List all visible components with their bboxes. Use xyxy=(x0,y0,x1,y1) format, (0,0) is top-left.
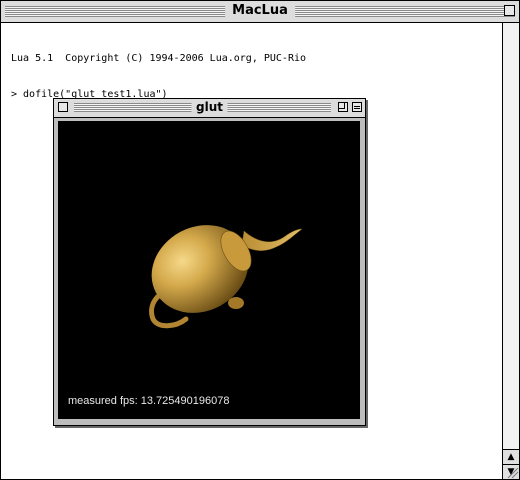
fps-readout: measured fps: 13.725490196078 xyxy=(68,395,230,407)
maclua-titlebar[interactable]: MacLua xyxy=(1,1,519,23)
glut-window: glut measured fps: 13.725490196078 xyxy=(53,98,366,426)
zoom-box-icon[interactable] xyxy=(338,102,348,112)
resize-grip-icon[interactable] xyxy=(503,463,519,479)
close-box-icon[interactable] xyxy=(58,102,68,112)
teapot-render xyxy=(149,225,303,329)
console-line: Lua 5.1 Copyright (C) 1994-2006 Lua.org,… xyxy=(11,53,307,64)
window-title: glut xyxy=(191,100,228,115)
scroll-track[interactable] xyxy=(503,23,519,449)
collapse-box-icon[interactable] xyxy=(352,102,362,112)
collapse-box-icon[interactable] xyxy=(504,5,515,16)
window-title: MacLua xyxy=(225,3,295,19)
scroll-up-arrow-icon[interactable]: ▲ xyxy=(503,449,519,464)
vertical-scrollbar[interactable]: ▲ ▼ xyxy=(502,23,519,479)
opengl-canvas[interactable]: measured fps: 13.725490196078 xyxy=(58,121,360,419)
glut-titlebar[interactable]: glut xyxy=(54,99,365,118)
